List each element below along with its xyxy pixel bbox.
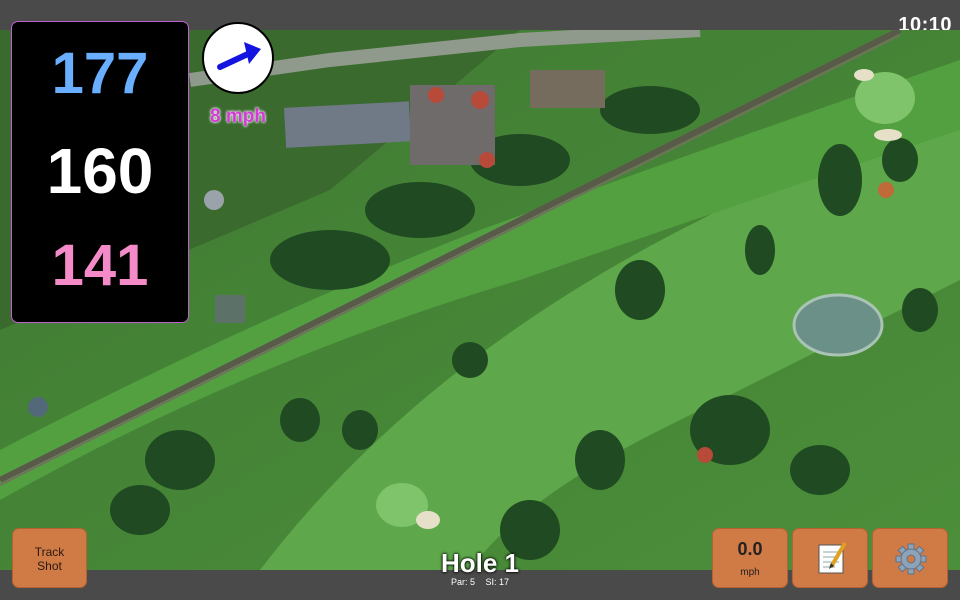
yardage-panel: 177 160 141 <box>12 22 188 322</box>
hole-title: Hole 1 <box>440 548 520 578</box>
hole-info: Par: 5 SI: 17 <box>380 577 580 587</box>
wind-direction-indicator <box>202 22 274 94</box>
speed-value: 0.0 <box>737 539 763 559</box>
notes-button[interactable] <box>792 528 868 588</box>
speed-unit: mph <box>740 567 760 578</box>
speed-button[interactable]: 0.0 mph <box>712 528 788 588</box>
track-shot-button[interactable]: Track Shot <box>12 528 87 588</box>
notepad-icon <box>818 541 847 574</box>
wind-speed: 8 mph <box>210 106 266 127</box>
back-yardage: 177 <box>51 41 149 106</box>
hole-par: Par: 5 <box>450 577 475 587</box>
front-yardage: 141 <box>51 233 149 298</box>
track-shot-label-line2: Shot <box>37 559 62 573</box>
hole-stroke-index: SI: 17 <box>485 577 510 587</box>
gear-icon <box>895 543 927 575</box>
settings-button[interactable] <box>872 528 948 588</box>
track-shot-label-line1: Track <box>34 545 65 559</box>
wind-direction-arrow-icon <box>217 42 261 70</box>
middle-yardage: 160 <box>46 135 154 207</box>
